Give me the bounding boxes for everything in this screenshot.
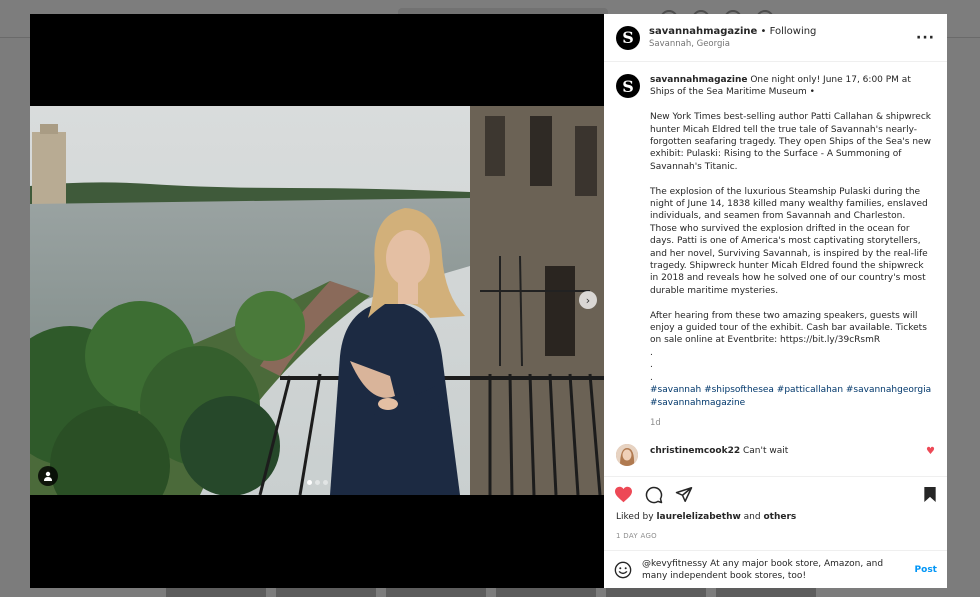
- post-comment-button[interactable]: Post: [915, 565, 937, 575]
- likes-others[interactable]: others: [763, 512, 796, 522]
- carousel-dot-3: [323, 480, 328, 485]
- commenter-username[interactable]: christinemcook22: [650, 446, 740, 456]
- follow-separator: •: [760, 26, 767, 37]
- comment-icon[interactable]: [645, 486, 663, 504]
- carousel-next-button[interactable]: ›: [579, 291, 597, 309]
- post-panel: S savannahmagazine • Following Savannah,…: [604, 14, 947, 588]
- tagged-users-button[interactable]: [38, 466, 58, 486]
- background-thumbnails: [166, 588, 816, 597]
- caption-paragraph-2: The explosion of the luxurious Steamship…: [650, 186, 928, 296]
- photo-illustration: [30, 106, 604, 495]
- post-media: ›: [30, 14, 604, 588]
- caption-dot-1: .: [650, 347, 653, 358]
- commenter-avatar[interactable]: [616, 443, 638, 466]
- caption-paragraph-1: New York Times best-selling author Patti…: [650, 112, 931, 172]
- author-avatar[interactable]: S: [616, 25, 640, 50]
- comment-like-icon[interactable]: ♥: [926, 444, 935, 457]
- user-icon: [44, 471, 52, 481]
- bookmark-icon[interactable]: [923, 486, 937, 503]
- like-icon[interactable]: [614, 486, 633, 503]
- comment-item: christinemcook22 Can't wait ♥: [616, 443, 935, 466]
- post-caption: S savannahmagazine One night only! June …: [616, 74, 935, 430]
- caption-avatar[interactable]: S: [616, 74, 640, 98]
- comment-input[interactable]: @kevyfitnessy At any major book store, A…: [642, 558, 907, 582]
- likes-and: and: [743, 512, 761, 522]
- comments-section[interactable]: S savannahmagazine One night only! June …: [604, 62, 947, 476]
- carousel-dot-1: [307, 480, 312, 485]
- caption-dot-2: .: [650, 360, 653, 371]
- caption-paragraph-3: After hearing from these two amazing spe…: [650, 310, 927, 346]
- caption-age: 1d: [650, 418, 661, 429]
- post-location[interactable]: Savannah, Georgia: [649, 39, 916, 49]
- carousel-dots: [307, 480, 328, 485]
- commenter-photo: [616, 443, 638, 466]
- likes-summary: Liked by laurelelizabethw and others: [604, 512, 947, 528]
- share-icon[interactable]: [675, 486, 693, 503]
- caption-username[interactable]: savannahmagazine: [650, 75, 747, 85]
- post-date[interactable]: 1 DAY AGO: [604, 528, 947, 550]
- likes-username[interactable]: laurelelizabethw: [656, 512, 740, 522]
- caption-hashtags[interactable]: #savannah #shipsofthesea #patticallahan …: [650, 384, 934, 409]
- more-options-icon[interactable]: ···: [916, 30, 935, 46]
- comment-composer: @kevyfitnessy At any major book store, A…: [604, 550, 947, 588]
- carousel-dot-2: [315, 480, 320, 485]
- post-header: S savannahmagazine • Following Savannah,…: [604, 14, 947, 62]
- following-button[interactable]: Following: [770, 26, 817, 37]
- post-photo: [30, 106, 604, 495]
- comment-text: Can't wait: [743, 445, 789, 456]
- post-modal: › S savannahmagazine • Following Savanna…: [30, 14, 947, 588]
- author-username[interactable]: savannahmagazine: [649, 26, 757, 37]
- post-actions: [604, 476, 947, 512]
- chevron-right-icon: ›: [585, 293, 591, 307]
- emoji-icon[interactable]: [614, 561, 632, 579]
- caption-dot-3: .: [650, 372, 653, 383]
- likes-prefix: Liked by: [616, 512, 654, 522]
